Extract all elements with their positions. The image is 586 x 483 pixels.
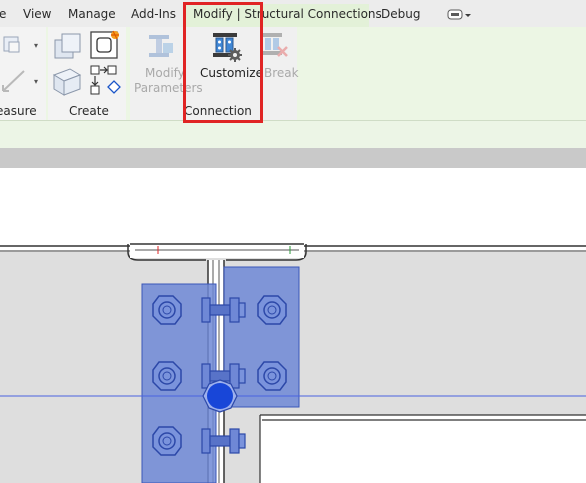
bolt-left-1	[152, 295, 182, 325]
tab-manage[interactable]: Manage	[68, 7, 116, 21]
ribbon-tab-bar: e View Manage Add-Ins Modify | Structura…	[0, 0, 586, 27]
tab-view[interactable]: View	[23, 7, 51, 21]
ribbon: ▾ ▾ easure Create Modify Parameters Cust…	[0, 27, 586, 120]
break-label: Break	[264, 66, 299, 80]
connection-drawing	[0, 243, 586, 483]
bolt-left-3	[152, 426, 182, 456]
panel-measure-label: easure	[0, 104, 37, 118]
break-icon	[260, 31, 290, 61]
modify-parameters-icon	[147, 31, 175, 61]
bolt-left-2	[152, 361, 182, 391]
measure-ruler-icon[interactable]	[0, 67, 30, 95]
tab-add-ins[interactable]: Add-Ins	[131, 7, 176, 21]
ribbon-minimize-toggle[interactable]	[447, 8, 473, 22]
measure-tool-icon[interactable]	[0, 33, 30, 57]
customize-highlight	[183, 2, 263, 123]
create-parts-icon[interactable]	[50, 65, 84, 99]
ribbon-footer	[0, 120, 586, 148]
view-tab-strip	[0, 148, 586, 168]
measure-dropdown-arrow[interactable]: ▾	[34, 41, 38, 50]
bolt-right-1	[257, 295, 287, 325]
drawing-canvas[interactable]	[0, 168, 586, 483]
tab-debug[interactable]: Debug	[381, 7, 420, 21]
bolt-right-2	[257, 361, 287, 391]
connection-joint-marker	[207, 383, 233, 409]
create-similar-icon[interactable]	[88, 29, 122, 63]
break-button[interactable]: Break	[258, 27, 299, 99]
panel-create: Create	[48, 27, 126, 120]
measure-dropdown-arrow-2[interactable]: ▾	[34, 77, 38, 86]
modify-parameters-button[interactable]: Modify Parameters	[134, 27, 203, 99]
panel-measure: ▾ ▾ easure	[0, 27, 46, 120]
tab-insert[interactable]: e	[0, 7, 6, 21]
create-split-icon[interactable]	[88, 63, 122, 97]
create-assembly-icon[interactable]	[52, 31, 84, 63]
lower-beam	[260, 415, 586, 483]
modify-parameters-label-1: Modify	[145, 66, 185, 80]
panel-create-label: Create	[69, 104, 109, 118]
